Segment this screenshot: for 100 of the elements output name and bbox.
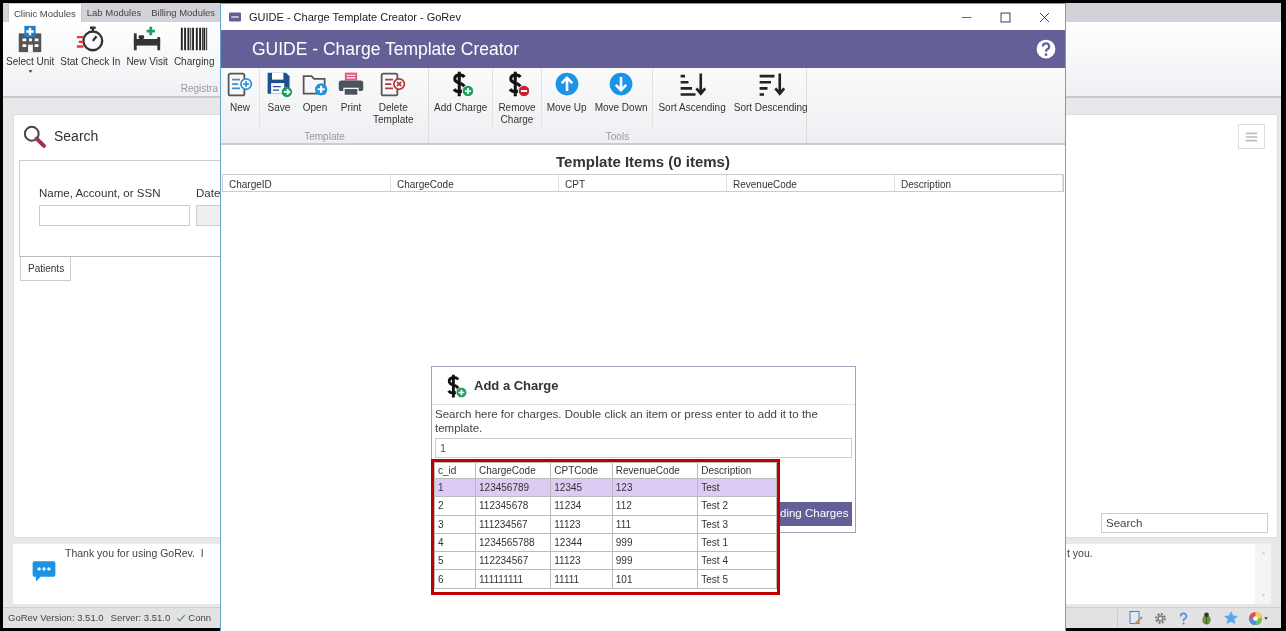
ribbon-button[interactable]: Stat Check In — [60, 24, 121, 81]
ribbon-button[interactable]: Charging — [173, 24, 215, 81]
instruction-text: Search here for charges. Double click an item or press enter to add it to the template. — [434, 407, 819, 436]
window-title: GUIDE - Charge Template Creator - GoRev — [249, 9, 461, 25]
caret-icon — [26, 69, 34, 74]
table-cell: 4 — [434, 533, 476, 552]
ribbon-button[interactable]: Remove Charge — [496, 68, 538, 129]
table-cell: 1234565788 — [475, 533, 551, 552]
table-cell: 111111111 — [475, 570, 551, 589]
add-button[interactable]: ding Charges — [780, 502, 852, 526]
ribbon-button[interactable]: Add Charge — [432, 68, 490, 129]
stopwatch-icon — [75, 24, 106, 54]
module-tab[interactable]: Billing Modules — [146, 3, 221, 22]
column-header[interactable]: RevenueCode — [612, 462, 698, 479]
help-icon — [1036, 39, 1056, 59]
table-row[interactable]: 1 123456789 12345 123 Test — [434, 478, 777, 497]
ribbon-group-label: Registra — [179, 82, 218, 96]
table-row[interactable]: 4 1234565788 12344 999 Test 1 — [434, 533, 777, 552]
column-header[interactable]: CPTCode — [550, 462, 613, 479]
column-header[interactable]: c_id — [434, 462, 476, 479]
table-cell: 999 — [612, 551, 698, 570]
panel-title: Search — [54, 127, 99, 146]
message-text: t you. — [1067, 546, 1093, 561]
table-cell: 6 — [434, 570, 476, 589]
table-cell: 12344 — [550, 533, 613, 552]
scroll-up-icon — [1259, 550, 1267, 555]
ribbon-button[interactable]: Move Down — [592, 68, 650, 129]
caret-icon — [1263, 615, 1269, 621]
table-cell: 5 — [434, 551, 476, 570]
column-header[interactable]: ChargeID — [223, 174, 391, 191]
tab[interactable]: Patients — [20, 257, 71, 281]
search-icon — [22, 123, 48, 150]
help-icon — [1177, 610, 1190, 626]
table-cell: 101 — [612, 570, 698, 589]
table-cell: 111 — [612, 515, 698, 534]
table-row[interactable]: 2 112345678 11234 112 Test 2 — [434, 496, 777, 516]
settings-icon — [1153, 610, 1168, 626]
app-icon — [227, 11, 243, 23]
field-label: Name, Account, or SSN — [39, 186, 162, 201]
floppy-disk-icon — [265, 70, 293, 98]
table-row[interactable]: 6 111111111 11111 101 Test 5 — [434, 570, 777, 589]
table-cell: 11123 — [550, 515, 613, 534]
bug-icon — [1199, 610, 1214, 626]
check-icon — [176, 613, 187, 623]
document-pencil-icon — [1128, 610, 1144, 626]
header-title: GUIDE - Charge Template Creator — [252, 37, 520, 61]
table-cell: 11111 — [550, 570, 613, 589]
section-title: Template Items (0 items) — [555, 152, 731, 172]
table-cell: Test 2 — [697, 496, 777, 516]
table-cell: 3 — [434, 515, 476, 534]
document-plus-icon — [226, 70, 254, 98]
version-text: GoRev Version: 3.51.0 — [8, 610, 104, 625]
column-header[interactable]: ChargeCode — [391, 174, 559, 191]
table-cell: 11123 — [550, 551, 613, 570]
ribbon-button[interactable]: Sort Descending — [731, 68, 810, 129]
table-cell: Test 3 — [697, 515, 777, 534]
scroll-down-icon — [1259, 593, 1267, 598]
message-text: Thank you for using GoRev. I — [65, 546, 204, 561]
ribbon-button[interactable]: Open — [299, 68, 331, 129]
table-cell: 112 — [612, 496, 698, 516]
table-cell: 2 — [434, 496, 476, 516]
server-text: Server: 3.51.0 — [110, 610, 171, 625]
table-cell: 111234567 — [475, 515, 551, 534]
module-tab[interactable]: Clinic Modules — [8, 3, 82, 22]
star-icon — [1223, 610, 1239, 626]
table-row[interactable]: 3 111234567 11123 111 Test 3 — [434, 515, 777, 534]
table-cell: 999 — [612, 533, 698, 552]
table-cell: 11234 — [550, 496, 613, 516]
ribbon-button[interactable]: Print — [335, 68, 367, 129]
module-tab[interactable]: Lab Modules — [81, 3, 147, 22]
connection-text: Conn — [188, 610, 211, 625]
table-cell: 112345678 — [475, 496, 551, 516]
color-wheel-icon — [1248, 610, 1263, 626]
printer-icon — [337, 70, 365, 98]
ribbon-button[interactable]: New — [224, 68, 256, 129]
ribbon-button[interactable]: New Visit — [126, 24, 168, 81]
table-row[interactable]: 5 112234567 11123 999 Test 4 — [434, 551, 777, 570]
ribbon-group-label: Tools — [604, 130, 631, 143]
table-cell: 112234567 — [475, 551, 551, 570]
ribbon-group-label: Template — [303, 130, 346, 143]
column-header[interactable]: CPT — [559, 174, 727, 191]
maximize-icon — [1000, 11, 1011, 23]
search-field[interactable]: 1 — [435, 438, 852, 458]
close-icon — [1039, 11, 1050, 23]
menu-button[interactable] — [1238, 124, 1265, 149]
ribbon-button[interactable]: Delete Template — [371, 68, 416, 129]
ribbon-button[interactable]: Sort Ascending — [656, 68, 728, 129]
ribbon-button[interactable]: Save — [263, 68, 295, 129]
column-header[interactable]: ChargeCode — [475, 462, 551, 479]
table-cell: Test 5 — [697, 570, 777, 589]
table-cell: Test 1 — [697, 533, 777, 552]
ribbon-button[interactable]: Move Up — [544, 68, 589, 129]
column-header[interactable]: RevenueCode — [727, 174, 895, 191]
color-menu[interactable] — [1248, 610, 1269, 626]
ribbon-button[interactable]: Select Unit — [6, 24, 55, 81]
table-cell: Test 4 — [697, 551, 777, 570]
column-header[interactable]: Description — [697, 462, 777, 479]
column-header[interactable]: Description — [895, 174, 1063, 191]
input-field[interactable] — [39, 205, 190, 227]
search-field[interactable]: Search — [1101, 513, 1268, 533]
